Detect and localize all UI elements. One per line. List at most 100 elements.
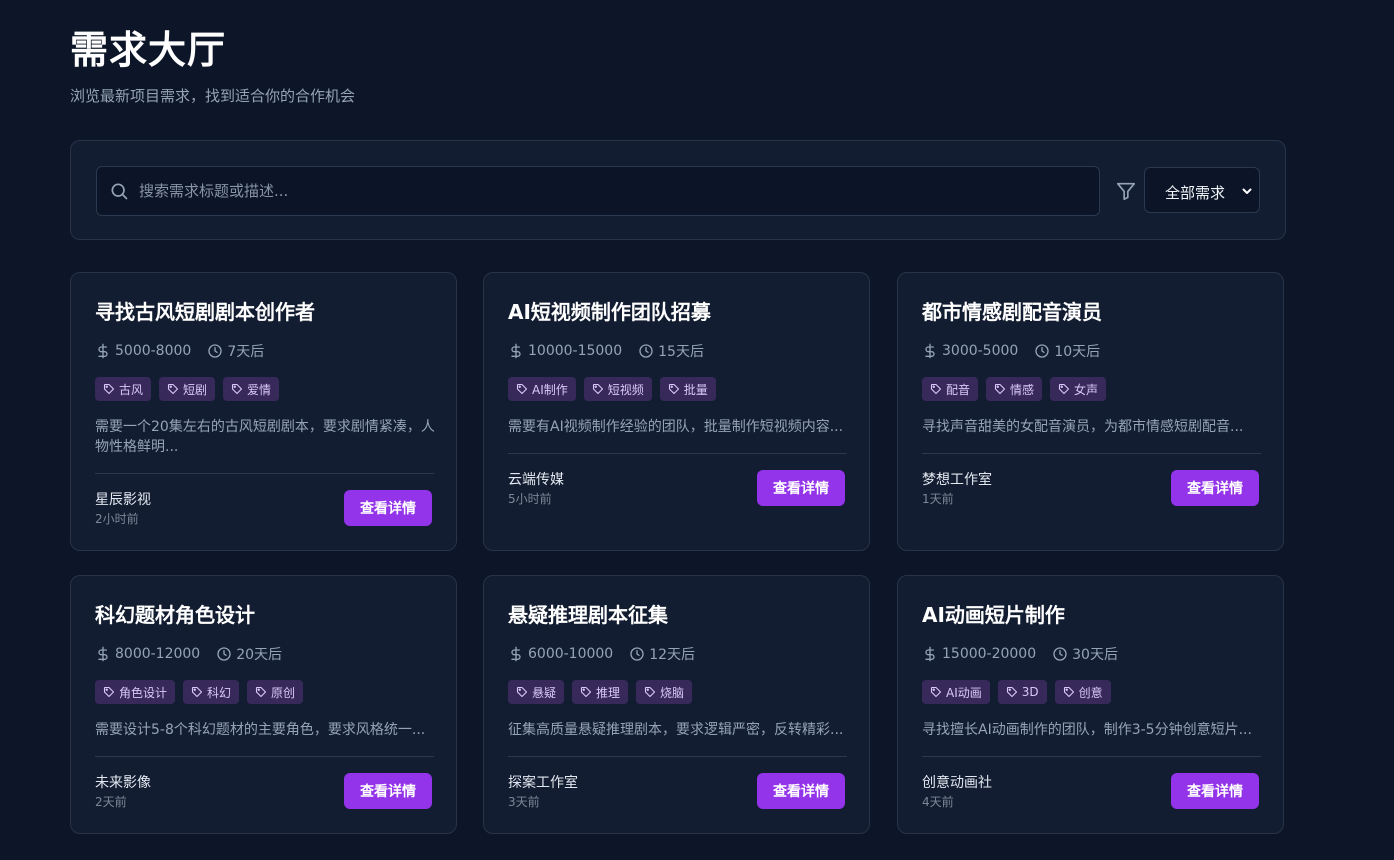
tag-icon (1006, 686, 1017, 698)
tag: 烧脑 (636, 680, 693, 704)
tag-icon (191, 686, 203, 698)
tag: 悬疑 (508, 680, 565, 704)
budget-value: 6000-10000 (528, 646, 614, 662)
deadline: 20天后 (216, 644, 282, 664)
budget-value: 15000-20000 (942, 646, 1037, 662)
view-details-button[interactable]: 查看详情 (1171, 470, 1259, 506)
posted-time: 1天前 (922, 492, 954, 506)
card-tags: 悬疑 推理 烧脑 (508, 680, 700, 704)
tag: 情感 (986, 377, 1043, 401)
deadline: 12天后 (629, 644, 695, 664)
tag-icon (167, 383, 179, 395)
card-divider (922, 756, 1261, 757)
search-box[interactable] (96, 166, 1100, 216)
card-tags: AI动画 3D 创意 (922, 680, 1119, 704)
search-input[interactable] (137, 167, 1081, 215)
demand-card[interactable]: AI短视频制作团队招募 10000-15000 15天后 AI制作 短视频 批量 需要有AI… (483, 272, 870, 551)
card-divider (95, 756, 434, 757)
tag: 科幻 (183, 680, 240, 704)
tag-label: 古风 (119, 382, 144, 397)
posted-time: 5小时前 (508, 492, 552, 506)
deadline-value: 15天后 (658, 344, 704, 360)
tag-label: 短视频 (607, 382, 644, 397)
card-title: 科幻题材角色设计 (95, 603, 255, 627)
tag-label: 角色设计 (119, 685, 168, 700)
page-title: 需求大厅 (70, 28, 227, 72)
tag: 短剧 (159, 377, 216, 401)
posted-time: 3天前 (508, 795, 540, 809)
view-details-button[interactable]: 查看详情 (757, 773, 845, 809)
tag: 原创 (247, 680, 304, 704)
card-description: 征集高质量悬疑推理剧本，要求逻辑严密，反转精彩... (508, 722, 844, 738)
tag-label: 科幻 (207, 685, 232, 700)
deadline: 30天后 (1052, 644, 1118, 664)
tag-icon (103, 383, 115, 395)
card-divider (95, 473, 434, 474)
tag-icon (255, 686, 267, 698)
card-tags: 配音 情感 女声 (922, 377, 1114, 401)
tag-label: AI动画 (946, 685, 982, 700)
dollar-icon (98, 343, 108, 359)
card-title: 都市情感剧配音演员 (922, 300, 1102, 324)
clock-icon (639, 344, 653, 358)
card-description: 需要设计5-8个科幻题材的主要角色，要求风格统一... (95, 722, 426, 738)
tag-label: 推理 (596, 685, 621, 700)
deadline-value: 12天后 (649, 647, 696, 663)
view-details-button[interactable]: 查看详情 (757, 470, 845, 506)
card-description: 寻找声音甜美的女配音演员，为都市情感短剧配音... (922, 419, 1244, 435)
posted-time: 4天前 (922, 795, 954, 809)
tag-label: 悬疑 (532, 685, 557, 700)
company-name: 梦想工作室 (922, 472, 992, 488)
budget: 10000-15000 (508, 343, 622, 359)
company-name: 未来影像 (95, 775, 151, 791)
company-name: 云端传媒 (508, 472, 564, 488)
card-tags: 角色设计 科幻 原创 (95, 680, 311, 704)
tag-icon (516, 383, 528, 395)
search-panel: 全部需求 (70, 140, 1286, 240)
demand-card[interactable]: 都市情感剧配音演员 3000-5000 10天后 配音 情感 女声 寻找声音甜美的女配音演员… (897, 272, 1284, 551)
tag: 推理 (572, 680, 629, 704)
tag: 3D (997, 680, 1047, 704)
budget-value: 5000-8000 (115, 343, 192, 359)
tag-label: 短剧 (183, 382, 208, 397)
view-details-button[interactable]: 查看详情 (1171, 773, 1259, 809)
card-description: 需要一个20集左右的古风短剧剧本，要求剧情紧凑，人物性格鲜明... (95, 419, 435, 455)
clock-icon (1035, 344, 1049, 358)
deadline-value: 20天后 (236, 647, 283, 663)
demand-card[interactable]: AI动画短片制作 15000-20000 30天后 AI动画 3D 创意 寻找擅长AI动画制… (897, 575, 1284, 834)
tag-icon (516, 686, 528, 698)
deadline-value: 10天后 (1054, 344, 1101, 360)
card-meta: 6000-10000 12天后 (508, 644, 695, 664)
filter-icon[interactable] (1115, 180, 1137, 202)
demand-card[interactable]: 悬疑推理剧本征集 6000-10000 12天后 悬疑 推理 烧脑 征集高质量悬疑推理剧本，… (483, 575, 870, 834)
card-divider (508, 756, 847, 757)
view-details-button[interactable]: 查看详情 (344, 773, 432, 809)
tag-label: 原创 (271, 685, 296, 700)
company-name: 探案工作室 (508, 775, 578, 791)
tag-icon (644, 686, 656, 698)
card-title: AI动画短片制作 (922, 603, 1065, 627)
tag: 批量 (659, 377, 716, 401)
tag-icon (930, 686, 942, 698)
clock-icon (1053, 647, 1067, 661)
view-details-button[interactable]: 查看详情 (344, 490, 432, 526)
demand-card[interactable]: 科幻题材角色设计 8000-12000 20天后角色设计 科幻 原创需要设计5-8个科幻… (70, 575, 457, 834)
tag-icon (994, 383, 1006, 395)
demand-card[interactable]: 寻找古风短剧剧本创作者 5000-8000 7天后 古风 短剧 爱情 需要一个20集左右的古… (70, 272, 457, 551)
budget: 8000-12000 (95, 646, 200, 662)
deadline-value: 7天后 (227, 344, 265, 360)
tag: 角色设计 (95, 680, 176, 704)
card-meta: 8000-12000 20天后 (95, 644, 282, 664)
tag-label: 配音 (946, 382, 971, 397)
tag-icon (580, 686, 592, 698)
dollar-icon (511, 646, 521, 662)
category-select[interactable]: 全部需求 (1144, 167, 1260, 213)
tag-icon (1063, 686, 1074, 698)
budget: 6000-10000 (508, 646, 613, 662)
card-title: AI短视频制作团队招募 (508, 300, 711, 324)
dollar-icon (925, 343, 935, 359)
deadline: 15天后 (638, 341, 704, 361)
dollar-icon (511, 343, 521, 359)
card-divider (508, 453, 847, 454)
card-description: 需要有AI视频制作经验的团队，批量制作短视频内容... (508, 419, 844, 435)
